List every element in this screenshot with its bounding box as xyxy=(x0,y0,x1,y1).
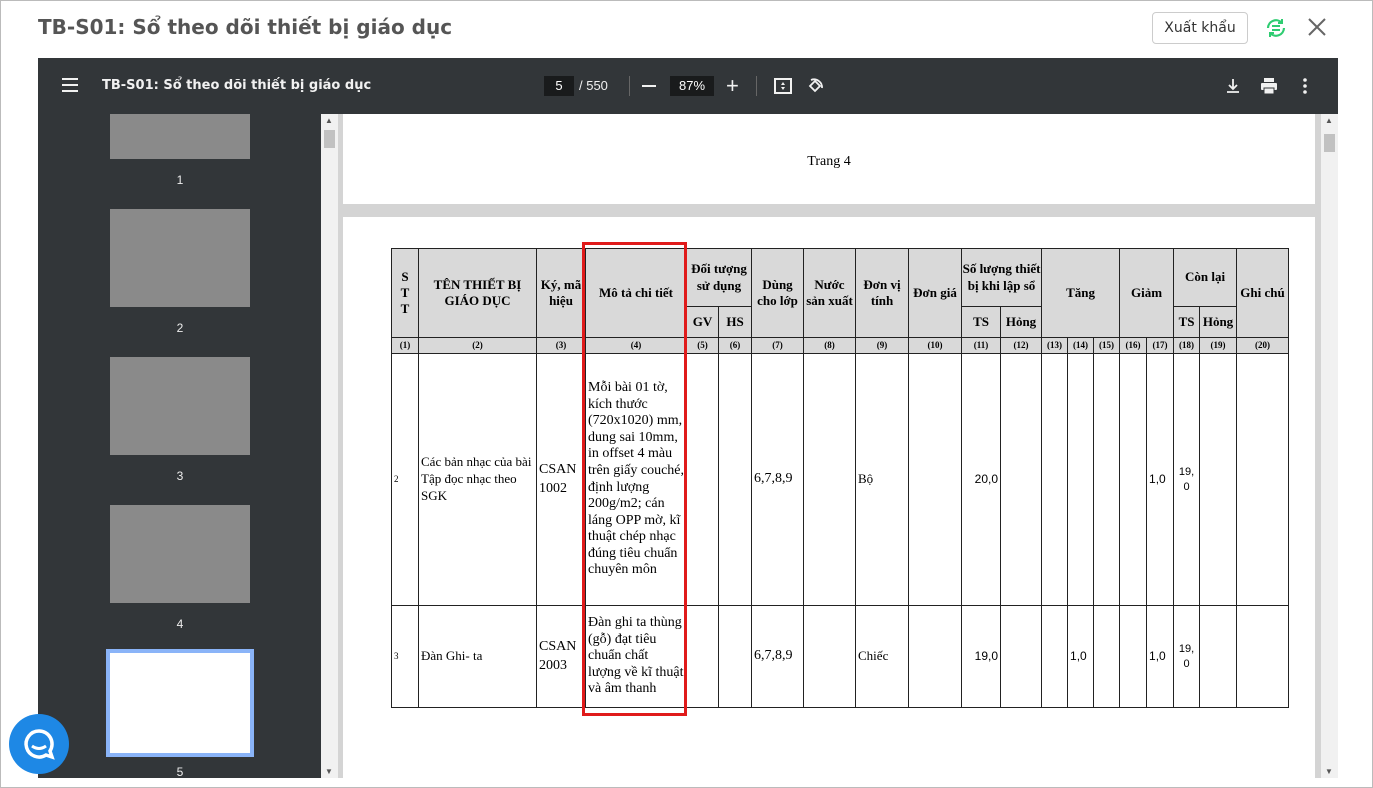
cell-code: CSAN 2003 xyxy=(536,605,586,708)
equipment-table: STT TÊN THIẾT BỊ GIÁO DỤC Ký, mã hiệu Mô… xyxy=(391,248,1290,708)
header-remaining: Còn lại xyxy=(1173,248,1238,307)
menu-icon[interactable] xyxy=(62,78,78,92)
cell-stt: 2 xyxy=(391,353,419,606)
column-number: (17) xyxy=(1146,337,1175,354)
sidebar-scrollbar[interactable]: ▲ ▼ xyxy=(321,114,338,778)
column-number: (13) xyxy=(1041,337,1069,354)
header-broken: Hỏng xyxy=(1000,306,1043,338)
header-price: Đơn giá xyxy=(908,248,963,338)
header-name: TÊN THIẾT BỊ GIÁO DỤC xyxy=(418,248,537,338)
thumbnail-page-3[interactable] xyxy=(110,357,250,455)
dialog-title: TB-S01: Sổ theo dõi thiết bị giáo dục xyxy=(38,15,453,39)
cell-grade: 6,7,8,9 xyxy=(751,353,805,606)
table-row: 2 Các bản nhạc của bài Tập đọc nhạc theo… xyxy=(391,353,1290,606)
chat-icon xyxy=(24,729,55,760)
pdf-title: TB-S01: Sổ theo dõi thiết bị giáo dục xyxy=(102,78,372,93)
page-4: Trang 4 xyxy=(343,114,1315,204)
header-notes: Ghi chú xyxy=(1236,248,1290,338)
divider xyxy=(629,76,630,96)
column-number: (5) xyxy=(686,337,719,354)
header-target: Đối tượng sử dụng xyxy=(685,248,753,307)
cell-13 xyxy=(1067,353,1095,606)
column-number: (14) xyxy=(1067,337,1095,354)
cell-grade: 6,7,8,9 xyxy=(751,605,805,708)
pdf-viewer: TB-S01: Sổ theo dõi thiết bị giáo dục 5 … xyxy=(38,58,1338,778)
thumbnail-label: 1 xyxy=(176,173,184,187)
column-number: (12) xyxy=(1000,337,1043,354)
cell-17: 1,0 xyxy=(1146,605,1175,708)
table-row: 3 Đàn Ghi- ta CSAN 2003 Đàn ghi ta thùng… xyxy=(391,605,1290,708)
cell-18: 19, 0 xyxy=(1173,353,1201,606)
page-footer: Trang 4 xyxy=(807,154,851,169)
column-number: (9) xyxy=(855,337,910,354)
thumbnail-page-4[interactable] xyxy=(110,505,250,603)
column-number: (6) xyxy=(717,337,753,354)
dialog: TB-S01: Sổ theo dõi thiết bị giáo dục Xu… xyxy=(0,0,1373,788)
zoom-in-button[interactable]: + xyxy=(726,75,739,97)
cell-18: 19, 0 xyxy=(1173,605,1201,708)
download-icon[interactable] xyxy=(1223,76,1243,96)
header-decrease: Giảm xyxy=(1119,248,1175,338)
divider xyxy=(756,76,757,96)
column-number: (16) xyxy=(1119,337,1148,354)
zoom-input[interactable]: 87% xyxy=(670,76,714,96)
cell-name: Các bản nhạc của bài Tập đọc nhạc theo S… xyxy=(418,353,537,606)
thumbnail-page-1[interactable] xyxy=(110,114,250,159)
thumbnail-label: 2 xyxy=(176,321,184,335)
column-number: (20) xyxy=(1236,337,1290,354)
page-input[interactable]: 5 xyxy=(544,76,574,96)
thumbnail-label: 5 xyxy=(176,765,184,778)
column-number: (10) xyxy=(908,337,963,354)
pdf-toolbar: TB-S01: Sổ theo dõi thiết bị giáo dục 5 … xyxy=(38,58,1338,114)
export-button[interactable]: Xuất khẩu xyxy=(1152,12,1248,44)
main-scrollbar[interactable]: ▲ ▼ xyxy=(1321,114,1338,778)
header-country: Nước sản xuất xyxy=(803,248,857,338)
column-number: (19) xyxy=(1199,337,1238,354)
thumbnail-page-5-selected[interactable] xyxy=(106,649,254,757)
close-icon[interactable] xyxy=(1306,16,1328,38)
header-unit: Đơn vị tính xyxy=(855,248,910,338)
highlight-box xyxy=(582,242,687,716)
header-hs: HS xyxy=(717,306,753,338)
thumbnail-sidebar: 1 2 3 4 5 xyxy=(38,114,338,778)
header-increase: Tăng xyxy=(1041,248,1121,338)
header-quantity: Số lượng thiết bị khi lập sổ xyxy=(961,248,1043,307)
fit-page-icon[interactable] xyxy=(773,76,793,96)
cell-ts: 20,0 xyxy=(961,353,1002,606)
column-number: (11) xyxy=(961,337,1002,354)
column-number: (2) xyxy=(418,337,537,354)
header-code: Ký, mã hiệu xyxy=(536,248,586,338)
page-total: / 550 xyxy=(579,78,608,93)
header-stt: STT xyxy=(391,248,419,338)
header-grade: Dùng cho lớp xyxy=(751,248,805,338)
thumbnail-page-2[interactable] xyxy=(110,209,250,307)
thumbnail-label: 3 xyxy=(176,469,184,483)
rotate-icon[interactable] xyxy=(805,76,825,96)
column-number: (18) xyxy=(1173,337,1201,354)
cell-stt: 3 xyxy=(391,605,419,708)
cell-ts: 19,0 xyxy=(961,605,1002,708)
column-number: (8) xyxy=(803,337,857,354)
print-icon[interactable] xyxy=(1259,76,1279,96)
header-ts: TS xyxy=(961,306,1002,338)
cell-17: 1,0 xyxy=(1146,353,1175,606)
header-broken-remaining: Hỏng xyxy=(1199,306,1238,338)
cell-unit: Bộ xyxy=(855,353,910,606)
cell-14: 1,0 xyxy=(1067,605,1095,708)
cell-code: CSAN 1002 xyxy=(536,353,586,606)
thumbnail-label: 4 xyxy=(176,617,184,631)
cell-name: Đàn Ghi- ta xyxy=(418,605,537,708)
page-5: STT TÊN THIẾT BỊ GIÁO DỤC Ký, mã hiệu Mô… xyxy=(343,217,1315,778)
column-number: (1) xyxy=(391,337,419,354)
column-number: (3) xyxy=(536,337,586,354)
header-ts-remaining: TS xyxy=(1173,306,1201,338)
zoom-out-button[interactable] xyxy=(642,85,656,87)
cell-unit: Chiếc xyxy=(855,605,910,708)
header-gv: GV xyxy=(686,306,719,338)
more-options-icon[interactable] xyxy=(1295,76,1315,96)
chat-button[interactable] xyxy=(9,714,69,774)
column-number: (7) xyxy=(751,337,805,354)
sync-icon[interactable] xyxy=(1264,16,1288,40)
column-number: (15) xyxy=(1093,337,1121,354)
